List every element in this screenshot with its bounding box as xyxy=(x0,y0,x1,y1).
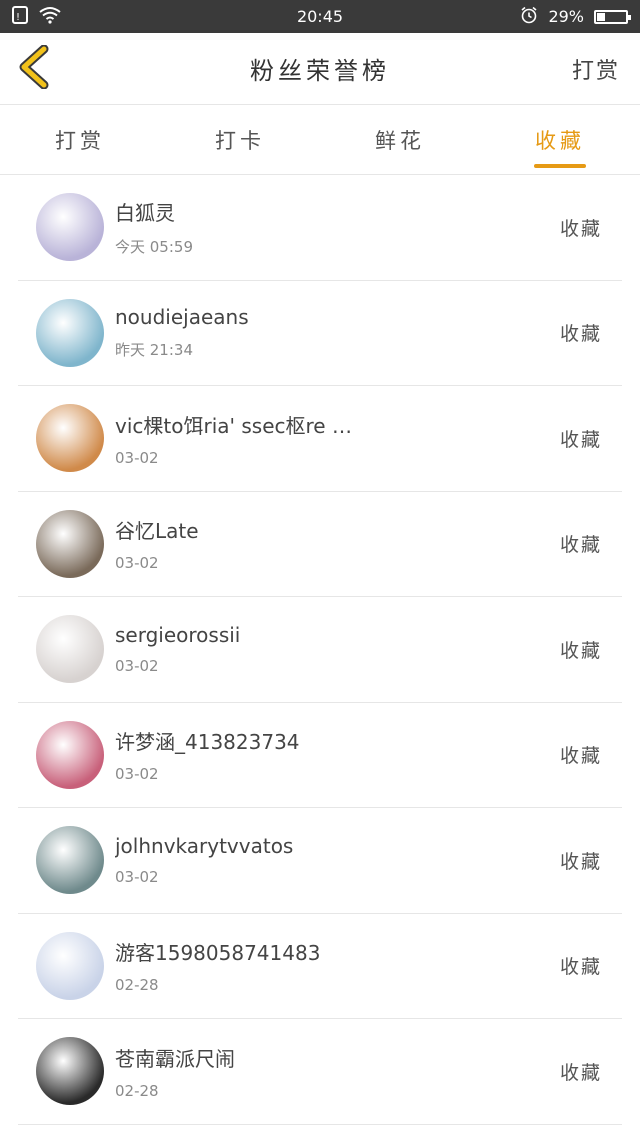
item-type: 收藏 xyxy=(559,639,602,662)
list-item[interactable]: jolhnvkarytvvatos 03-02 收藏 xyxy=(18,808,622,914)
wifi-icon xyxy=(38,6,62,28)
user-name: 白狐灵 xyxy=(115,201,175,226)
user-name: 许梦涵_413823734 xyxy=(115,730,300,755)
list-item[interactable]: 苍南霸派尺闹 02-28 收藏 xyxy=(18,1019,622,1125)
sim-icon: ! xyxy=(12,5,28,28)
list-item[interactable]: vic棵to饵ria' ssec枢re … 03-02 收藏 xyxy=(18,386,622,492)
user-name: vic棵to饵ria' ssec枢re … xyxy=(115,413,352,438)
item-time: 02-28 xyxy=(115,976,159,995)
item-type: 收藏 xyxy=(559,745,602,768)
alarm-icon xyxy=(520,6,538,28)
avatar[interactable] xyxy=(36,193,104,262)
item-type: 收藏 xyxy=(559,850,602,873)
item-time: 03-02 xyxy=(115,448,159,467)
reward-button[interactable]: 打赏 xyxy=(572,53,620,85)
item-time: 03-02 xyxy=(115,554,159,573)
list-item[interactable]: 许梦涵_413823734 03-02 收藏 xyxy=(18,703,622,808)
list-item[interactable]: 谷忆Late 03-02 收藏 xyxy=(18,492,622,597)
avatar[interactable] xyxy=(36,509,104,578)
nav-bar: 粉丝荣誉榜 打赏 xyxy=(0,33,640,105)
tab-reward[interactable]: 打赏 xyxy=(0,105,160,174)
tab-bar: 打赏 打卡 鲜花 收藏 xyxy=(0,105,640,175)
user-name: 游客1598058741483 xyxy=(115,941,321,966)
user-name: noudiejaeans xyxy=(115,305,249,330)
tab-favorites[interactable]: 收藏 xyxy=(480,105,640,174)
list-item[interactable]: sergieorossii 03-02 收藏 xyxy=(18,597,622,703)
user-name: 谷忆Late xyxy=(115,519,199,544)
item-time: 03-02 xyxy=(115,657,159,676)
item-type: 收藏 xyxy=(559,956,602,979)
avatar[interactable] xyxy=(36,931,104,1000)
user-name: jolhnvkarytvvatos xyxy=(115,834,294,859)
item-type: 收藏 xyxy=(559,534,602,557)
avatar[interactable] xyxy=(36,298,104,367)
fan-list: 白狐灵 今天 05:59 收藏 noudiejaeans 昨天 21:34 收藏… xyxy=(0,175,640,1125)
avatar[interactable] xyxy=(36,615,104,684)
page-title: 粉丝荣誉榜 xyxy=(250,57,390,85)
avatar[interactable] xyxy=(36,826,104,895)
item-time: 昨天 21:34 xyxy=(115,341,193,360)
avatar[interactable] xyxy=(36,1037,104,1106)
list-item[interactable]: noudiejaeans 昨天 21:34 收藏 xyxy=(18,281,622,386)
item-type: 收藏 xyxy=(559,323,602,346)
item-type: 收藏 xyxy=(559,1061,602,1084)
item-type: 收藏 xyxy=(559,428,602,451)
battery-icon xyxy=(594,9,631,24)
user-name: sergieorossii xyxy=(115,623,241,648)
item-time: 02-28 xyxy=(115,1081,159,1100)
user-name: 苍南霸派尺闹 xyxy=(115,1046,235,1071)
avatar[interactable] xyxy=(36,404,104,473)
avatar[interactable] xyxy=(36,720,104,789)
status-bar: ! 20:45 29% xyxy=(0,0,640,33)
item-type: 收藏 xyxy=(559,217,602,240)
back-icon[interactable] xyxy=(18,44,50,93)
battery-percent: 29% xyxy=(548,7,584,26)
list-item[interactable]: 白狐灵 今天 05:59 收藏 xyxy=(18,175,622,281)
tab-checkin[interactable]: 打卡 xyxy=(160,105,320,174)
list-item[interactable]: 游客1598058741483 02-28 收藏 xyxy=(18,914,622,1019)
item-time: 03-02 xyxy=(115,868,159,887)
svg-text:!: ! xyxy=(16,12,20,23)
item-time: 今天 05:59 xyxy=(115,238,193,257)
tab-flowers[interactable]: 鲜花 xyxy=(320,105,480,174)
item-time: 03-02 xyxy=(115,765,159,784)
